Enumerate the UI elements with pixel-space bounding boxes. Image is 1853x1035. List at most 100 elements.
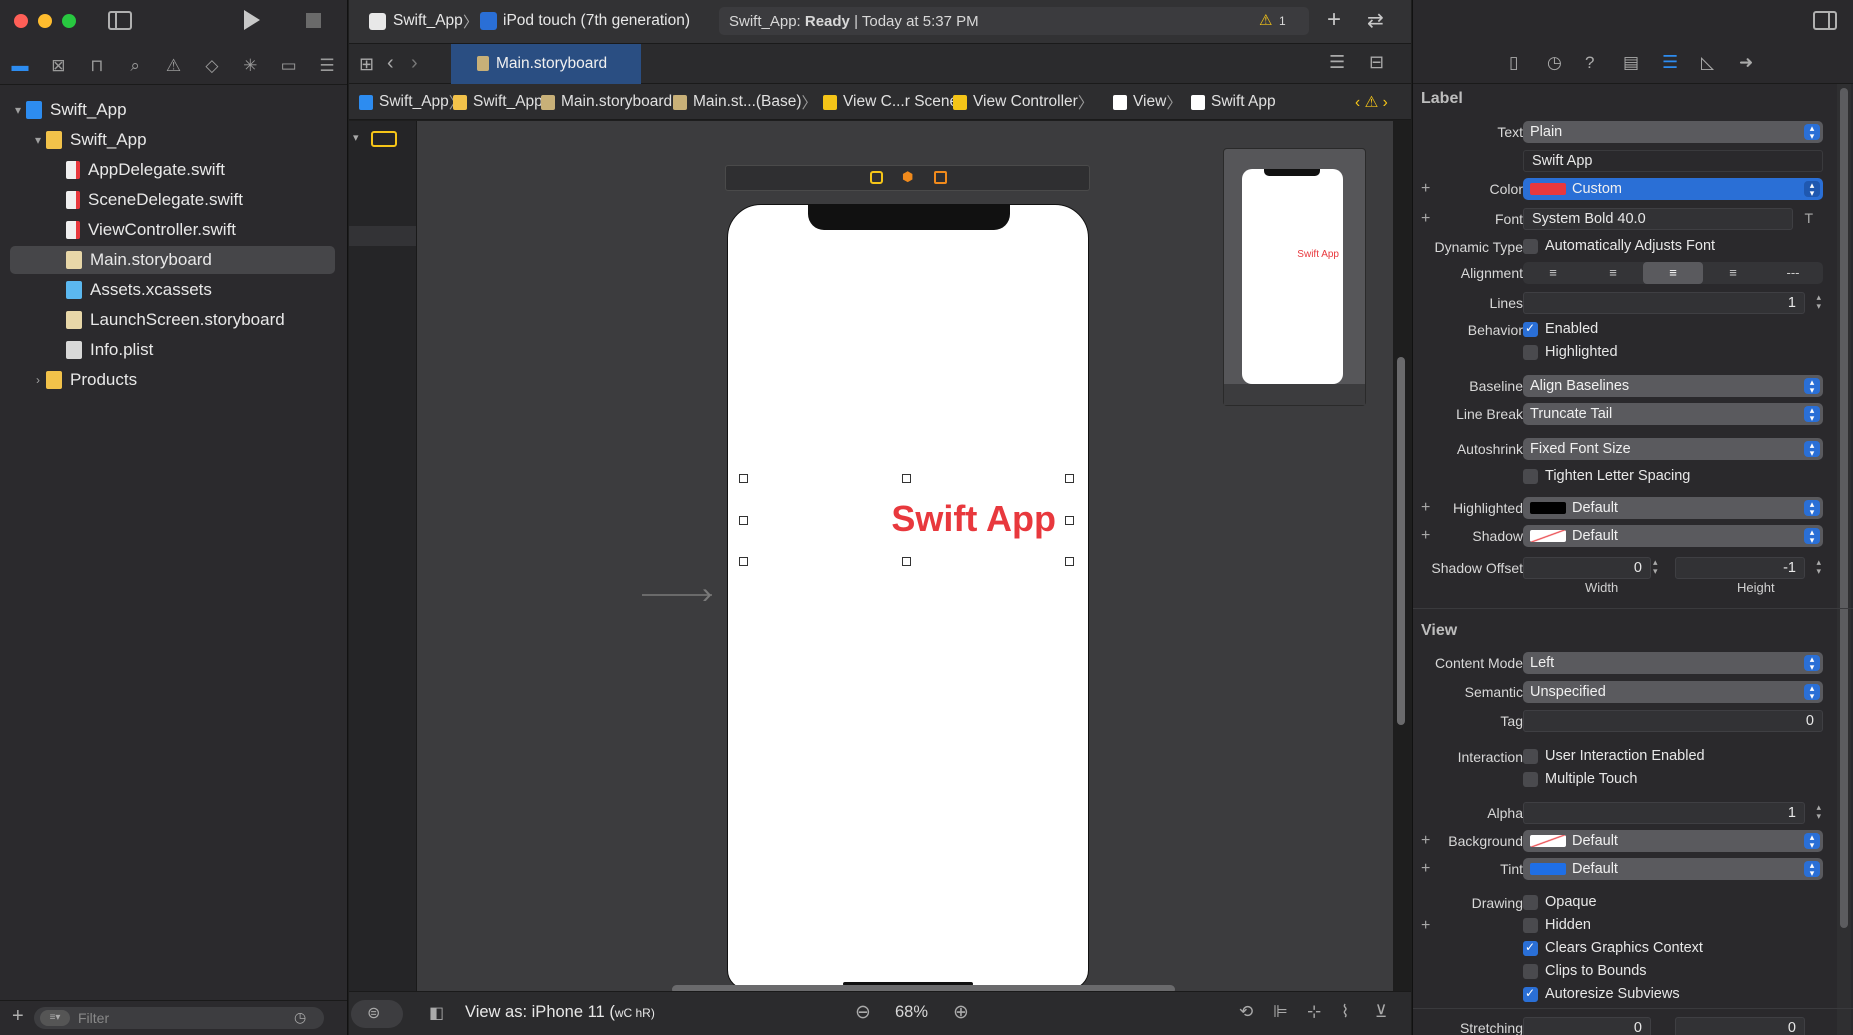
add-variation-icon[interactable]: +	[1421, 210, 1430, 228]
resize-handle[interactable]	[1065, 474, 1074, 483]
semantic-popup[interactable]: Unspecified ▴ ▾	[1523, 681, 1823, 703]
shadow-height-stepper[interactable]: ▴ ▾	[1816, 558, 1821, 576]
chevron-down-icon[interactable]: ▾	[353, 131, 359, 144]
file-tree-item[interactable]: Info.plist	[10, 336, 335, 364]
attributes-inspector-icon[interactable]: ☰	[1662, 52, 1678, 73]
breadcrumb-item[interactable]: Main.storyboard 〉	[541, 84, 688, 120]
recent-files-icon[interactable]: ◷	[294, 1009, 306, 1026]
alpha-stepper[interactable]: ▴ ▾	[1816, 803, 1821, 821]
help-inspector-icon[interactable]: ?	[1585, 53, 1594, 73]
font-picker-icon[interactable]: T	[1804, 210, 1813, 226]
file-tree-item[interactable]: SceneDelegate.swift	[10, 186, 335, 214]
scene-icon[interactable]	[371, 131, 397, 147]
zoom-out-icon[interactable]: ⊖	[855, 1001, 871, 1024]
connections-inspector-icon[interactable]: ➜	[1739, 53, 1753, 73]
resize-handle[interactable]	[739, 516, 748, 525]
shadow-popup[interactable]: Default ▴ ▾	[1523, 525, 1823, 547]
first-responder-icon[interactable]: ⬢	[902, 169, 913, 185]
resize-handle[interactable]	[739, 474, 748, 483]
chevron-down-icon[interactable]: ▾	[30, 133, 46, 147]
align-right-icon[interactable]: ≡	[1643, 262, 1703, 284]
file-tree-item[interactable]: LaunchScreen.storyboard	[10, 306, 335, 334]
resize-handle[interactable]	[902, 474, 911, 483]
warning-icon[interactable]: ⚠	[1259, 11, 1272, 29]
stop-button[interactable]	[306, 13, 321, 28]
tint-popup[interactable]: Default ▴ ▾	[1523, 858, 1823, 880]
enabled-checkbox[interactable]	[1523, 321, 1538, 337]
issue-navigator-icon[interactable]: ‹ ⚠ ›	[1355, 84, 1388, 120]
align-natural-icon[interactable]: ---	[1763, 262, 1823, 284]
align-center-icon[interactable]: ≡	[1583, 262, 1643, 284]
breadcrumb-item[interactable]: View 〉	[1113, 84, 1182, 120]
resize-handle[interactable]	[1065, 557, 1074, 566]
swift-app-label[interactable]: Swift App	[739, 474, 1074, 566]
file-tree-item[interactable]: AppDelegate.swift	[10, 156, 335, 184]
breadcrumb-item[interactable]: Main.st...(Base) 〉	[673, 84, 817, 120]
align-justify-icon[interactable]: ≡	[1703, 262, 1763, 284]
multiple-touch-checkbox[interactable]	[1523, 772, 1538, 787]
highlighted-color-popup[interactable]: Default ▴ ▾	[1523, 497, 1823, 519]
add-variation-icon[interactable]: +	[1421, 180, 1430, 198]
alpha-field[interactable]: 1	[1523, 802, 1805, 824]
file-tree-item[interactable]: Assets.xcassets	[10, 276, 335, 304]
shadow-width-field[interactable]: 0	[1523, 557, 1651, 579]
run-button[interactable]	[244, 10, 260, 30]
stretching-x-field[interactable]: 0	[1523, 1017, 1651, 1035]
test-icon[interactable]: ◇	[198, 52, 226, 80]
add-icon[interactable]: +	[12, 1005, 24, 1028]
storyboard-canvas[interactable]: ⬢ › Swift App Swift App	[417, 121, 1405, 994]
zoom-window-button[interactable]	[62, 14, 76, 28]
filter-input[interactable]: ≡▾ Filter ◷	[34, 1007, 324, 1029]
history-inspector-icon[interactable]: ◷	[1547, 53, 1562, 73]
debug-icon[interactable]: ✳	[236, 52, 264, 80]
file-inspector-icon[interactable]: ▯	[1509, 53, 1518, 73]
zoom-in-icon[interactable]: ⊕	[953, 1001, 969, 1024]
chevron-down-icon[interactable]: ▾	[10, 103, 26, 117]
back-icon[interactable]: ‹	[387, 52, 394, 75]
add-variation-icon[interactable]: +	[1421, 499, 1430, 517]
vertical-scrollbar[interactable]	[1397, 357, 1405, 725]
search-icon[interactable]: ⌕	[121, 52, 149, 80]
breadcrumb-item[interactable]: View Controller 〉	[953, 84, 1093, 120]
text-value-field[interactable]: Swift App	[1523, 150, 1823, 172]
size-inspector-icon[interactable]: ◺	[1701, 53, 1714, 73]
scheme-selector[interactable]: Swift_App	[393, 12, 463, 30]
clears-graphics-checkbox[interactable]	[1523, 940, 1538, 956]
content-mode-popup[interactable]: Left ▴ ▾	[1523, 652, 1823, 674]
lines-field[interactable]: 1	[1523, 292, 1805, 314]
file-tree-item[interactable]: ▾ Swift_App	[10, 126, 335, 154]
outline-toggle-icon[interactable]: ◧	[429, 1003, 444, 1023]
shadow-width-stepper[interactable]: ▴ ▾	[1653, 558, 1658, 576]
identity-inspector-icon[interactable]: ▤	[1623, 53, 1639, 73]
filter-options-icon[interactable]: ≡▾	[40, 1010, 70, 1026]
add-variation-icon[interactable]: +	[1421, 917, 1430, 935]
background-popup[interactable]: Default ▴ ▾	[1523, 830, 1823, 852]
align-left-icon[interactable]: ≡	[1523, 262, 1583, 284]
sidebar-toggle-icon[interactable]	[108, 11, 132, 30]
inspector-toggle-icon[interactable]	[1813, 11, 1837, 30]
embed-in-icon[interactable]: ⊻	[1375, 1002, 1387, 1022]
tab-main-storyboard[interactable]: Main.storyboard	[451, 44, 641, 84]
breadcrumb-item[interactable]: View C...r Scene 〉	[823, 84, 974, 120]
baseline-popup[interactable]: Align Baselines ▴ ▾	[1523, 375, 1823, 397]
add-variation-icon[interactable]: +	[1421, 860, 1430, 878]
tighten-checkbox[interactable]	[1523, 469, 1538, 484]
align-icon[interactable]: ⊫	[1273, 1002, 1288, 1022]
resize-handle[interactable]	[902, 557, 911, 566]
update-frames-icon[interactable]: ⟲	[1239, 1002, 1253, 1022]
editor-options-icon[interactable]: ☰	[1329, 52, 1345, 73]
font-field[interactable]: System Bold 40.0	[1523, 208, 1793, 230]
file-tree-item[interactable]: ViewController.swift	[10, 216, 335, 244]
exit-icon[interactable]	[934, 171, 947, 184]
close-window-button[interactable]	[14, 14, 28, 28]
folder-icon[interactable]: ▬	[6, 52, 34, 80]
related-items-icon[interactable]: ⊞	[359, 54, 374, 75]
add-variation-icon[interactable]: +	[1421, 832, 1430, 850]
code-review-icon[interactable]: ⇄	[1367, 8, 1384, 33]
forward-icon[interactable]: ›	[411, 52, 418, 75]
auto-adjust-checkbox[interactable]	[1523, 239, 1538, 254]
iphone-view[interactable]: Swift App	[727, 204, 1089, 990]
resolve-issues-icon[interactable]: ⌇	[1341, 1002, 1349, 1022]
filter-outline-button[interactable]: ⊜	[351, 1000, 403, 1028]
file-tree-item[interactable]: › Products	[10, 366, 335, 394]
